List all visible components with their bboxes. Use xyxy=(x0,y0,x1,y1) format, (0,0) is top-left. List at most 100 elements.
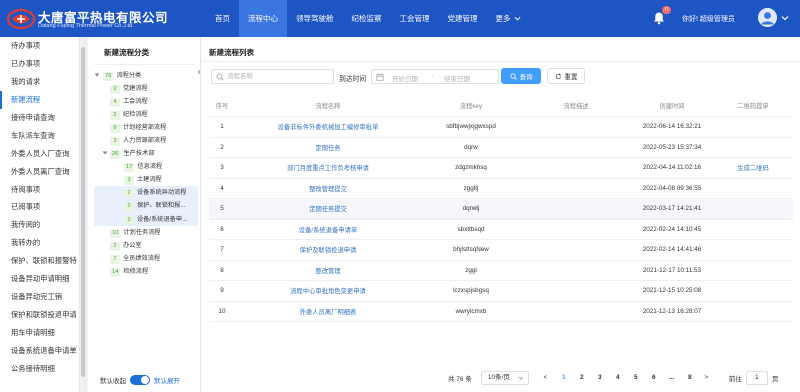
cell-key: lczxspjsbgsq xyxy=(453,287,489,295)
table-row[interactable]: 3 部门月度重点工作负考核申请 zdgzmkhsq 2022-04-14 11:02:… xyxy=(209,158,793,179)
tree-node[interactable]: 2 设备系统异动流程 xyxy=(94,186,198,200)
page-number[interactable]: 6 xyxy=(648,371,660,385)
prev-page-button[interactable]: < xyxy=(541,371,550,385)
avatar[interactable] xyxy=(758,8,777,27)
nav-item-5[interactable]: 党建管理 xyxy=(439,0,487,37)
page-number[interactable]: 8 xyxy=(684,371,696,385)
nav-item-4[interactable]: 工会管理 xyxy=(391,0,439,37)
cell-qr[interactable]: 生成二维码 xyxy=(713,163,793,172)
sidebar-item[interactable]: 待办事项 xyxy=(0,37,79,55)
search-input[interactable] xyxy=(227,71,327,82)
sidebar-item[interactable]: 新建流程 xyxy=(0,90,79,109)
tree-node[interactable]: 7 全员绩效流程 xyxy=(94,252,198,265)
table-row[interactable]: 6 设备/系统退备申请单 sbxttbsqd 2022-02-24 14:10:45 xyxy=(209,220,793,240)
table-row[interactable]: 4 整改管理提交 zggltj 2022-04-08 09:36:55 xyxy=(209,179,793,199)
sidebar-item[interactable]: 已阅事项 xyxy=(0,198,79,216)
sidebar-item[interactable]: 设备系统退备申请单 xyxy=(0,342,79,360)
sidebar-item[interactable]: 设备异动完工销 xyxy=(0,288,79,306)
cell-name[interactable]: 定期任务 xyxy=(235,143,421,152)
tree-node[interactable]: 26 生产技术部 xyxy=(94,147,198,160)
table-row[interactable]: 5 定期任务提交 dqrwtj 2022-03-17 14:21:41 xyxy=(209,199,793,220)
tree-node[interactable]: 10 计划任务流程 xyxy=(94,226,198,239)
page-number[interactable]: 1 xyxy=(558,371,570,385)
sidebar-item[interactable]: 外委人员入厂查询 xyxy=(0,145,79,163)
avatar-icon xyxy=(758,8,777,27)
tree-node[interactable]: 14 检修流程 xyxy=(94,265,198,278)
pagination: 共 76 条 10条/页 < 1 2 3 4 5 6... 8 > 前往 1 页 xyxy=(448,371,778,385)
page-number[interactable]: 4 xyxy=(612,371,624,385)
sidebar-item[interactable]: 车队派车查询 xyxy=(0,127,79,145)
date-range-picker[interactable]: 开始日期 - 结束日期 xyxy=(371,69,499,84)
cell-name[interactable]: 设备/系统退备申请单 xyxy=(235,225,421,234)
cell-name[interactable]: 外委人员离厂明细表 xyxy=(235,307,421,316)
sidebar-item[interactable]: 保护和联锁投退申请 xyxy=(0,306,79,324)
expand-toggle-row: 默认收起 默认展开 xyxy=(100,374,180,386)
cell-name[interactable]: 部门月度重点工作负考核申请 xyxy=(235,163,421,172)
reset-button[interactable]: 重置 xyxy=(547,68,585,84)
cell-time: 2022-06-14 16:32:21 xyxy=(642,123,702,131)
table-row[interactable]: 10 外委人员离厂明细表 wwrylcmxb 2021-12-13 16:28:07 xyxy=(209,302,793,322)
tree-node[interactable]: 17 信息流程 xyxy=(94,160,198,173)
default-expand-switch[interactable] xyxy=(130,375,150,385)
tree-node-label: 流程分类 xyxy=(116,72,142,79)
tree-node[interactable]: 2 党建流程 xyxy=(94,82,198,95)
tree-node[interactable]: 4 工会流程 xyxy=(94,95,198,108)
triangle-expand-icon[interactable] xyxy=(102,150,108,156)
tree-node[interactable]: 2 办公室 xyxy=(94,239,198,252)
cell-no: 4 xyxy=(220,184,224,192)
list-title: 新建流程列表 xyxy=(209,48,254,57)
table-row[interactable]: 1 设备非标件外委机械加工编修审批单 sbfbjwwjxjgwxspd 2022-06… xyxy=(209,117,793,138)
table-row[interactable]: 7 保护及联锁投退申请 bhjlsttsqNew 2022-02-14 14:41:4… xyxy=(209,240,793,261)
nav-item-1[interactable]: 流程中心 xyxy=(239,0,287,37)
sidebar-item[interactable]: 外委人员离厂查询 xyxy=(0,163,79,181)
process-name-search[interactable] xyxy=(211,69,334,84)
table-row[interactable]: 8 整改管理 zggl 2021-12-17 10:11:53 xyxy=(209,261,793,281)
sidebar-item[interactable]: 已办事项 xyxy=(0,55,79,73)
cell-name[interactable]: 整改管理提交 xyxy=(235,184,421,193)
cell-name[interactable]: 定期任务提交 xyxy=(235,204,421,213)
tree-node[interactable]: 3 土建流程 xyxy=(94,173,198,186)
page-number: ... xyxy=(669,374,675,381)
tree-node[interactable]: 2 设备/系统退备申... xyxy=(94,212,198,226)
sidebar-scrollbar[interactable] xyxy=(80,37,86,392)
cell-name[interactable]: 保护及联锁投退申请 xyxy=(235,245,421,254)
nav-item-2[interactable]: 领导驾驶舱 xyxy=(287,0,343,37)
date-end[interactable]: 结束日期 xyxy=(444,73,470,83)
sidebar-scrollbar-thumb[interactable] xyxy=(81,47,85,377)
tree-node[interactable]: 76 流程分类 xyxy=(94,69,198,82)
sidebar-item[interactable]: 用车申请明细 xyxy=(0,324,79,342)
user-greeting[interactable]: 你好! 超级管理员 xyxy=(682,14,735,24)
query-label: 查询 xyxy=(519,74,533,81)
tree-node[interactable]: 2 保护、联锁和报... xyxy=(94,199,198,213)
sidebar-item[interactable]: 我的请求 xyxy=(0,73,79,91)
table-row[interactable]: 2 定期任务 dqrw 2022-05-23 15:37:34 xyxy=(209,138,793,158)
nav-more-menu[interactable]: 更多 xyxy=(487,0,530,37)
page-number[interactable]: 3 xyxy=(594,371,606,385)
table-row[interactable]: 9 流程中心审批角色变更申请 lczxspjsbgsq 2021-12-15 10:2… xyxy=(209,281,793,302)
sidebar-item[interactable]: 我转办的 xyxy=(0,234,79,252)
sidebar-item[interactable]: 保护、联锁和报警特 xyxy=(0,252,79,270)
sidebar-item[interactable]: 待阅事项 xyxy=(0,181,79,199)
cell-name[interactable]: 整改管理 xyxy=(235,266,421,275)
company-logo[interactable]: 大唐富平热电有限公司 Datang Fuping Thermal Power C… xyxy=(6,6,182,32)
page-number[interactable]: 5 xyxy=(630,371,642,385)
next-page-button[interactable]: > xyxy=(702,371,711,385)
nav-item-0[interactable]: 首页 xyxy=(206,0,239,37)
page-size-select[interactable]: 10条/页 xyxy=(480,371,529,385)
date-start[interactable]: 开始日期 xyxy=(392,73,418,83)
tree-node[interactable]: 3 人力资源部流程 xyxy=(94,134,198,147)
tree-node[interactable]: 2 纪检流程 xyxy=(94,108,198,121)
cell-name[interactable]: 流程中心审批角色变更申请 xyxy=(235,286,421,295)
tree-node[interactable]: 6 计划经营部流程 xyxy=(94,121,198,134)
sidebar-item[interactable]: 设备异动申请明细 xyxy=(0,270,79,288)
goto-page-input[interactable]: 1 xyxy=(745,371,768,385)
query-button[interactable]: 查询 xyxy=(501,68,541,84)
page-number[interactable]: 2 xyxy=(576,371,588,385)
nav-item-3[interactable]: 纪检监察 xyxy=(343,0,391,37)
triangle-expand-icon[interactable] xyxy=(94,72,100,78)
sidebar-item[interactable]: 公务接待明细 xyxy=(0,360,79,378)
cell-name[interactable]: 设备非标件外委机械加工编修审批单 xyxy=(235,122,421,131)
chevron-down-icon[interactable] xyxy=(781,14,789,22)
sidebar-item[interactable]: 接待申请查询 xyxy=(0,109,79,127)
sidebar-item[interactable]: 我传阅的 xyxy=(0,216,79,234)
